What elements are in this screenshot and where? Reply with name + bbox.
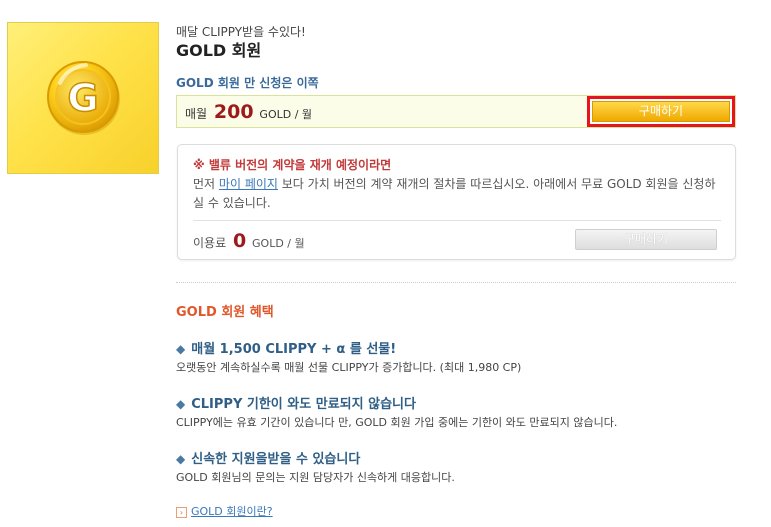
diamond-bullet-icon: ◆: [176, 452, 186, 466]
section-divider: [176, 282, 736, 283]
benefit-title-text: 매월 1,500 CLIPPY + α 를 선물!: [191, 342, 397, 357]
benefit-desc: 오랫동안 계속하실수록 매월 선물 CLIPPY가 증가합니다. (최대 1,9…: [176, 361, 522, 374]
benefit-title-text: 신속한 지원을받을 수 있습니다: [191, 452, 361, 467]
monthly-price: 매월 200 GOLD / 월: [185, 101, 312, 123]
value-version-notice: ※ 밸류 버전의 계약을 재개 예정이라면 먼저 마이 페이지 보다 가치 버전…: [177, 144, 736, 260]
buy-button-highlight: 구매하기: [587, 96, 735, 127]
notice-body-before: 먼저: [193, 177, 216, 191]
coin-letter: G: [67, 76, 98, 120]
benefit-title: ◆ CLIPPY 기한이 와도 만료되지 않습니다: [176, 393, 416, 412]
notice-divider: [193, 220, 721, 221]
benefits-heading: GOLD 회원 혜택: [176, 305, 274, 320]
gold-member-info-label[interactable]: GOLD 회원이란?: [191, 505, 273, 518]
free-price-value: 0: [232, 230, 247, 252]
free-price-unit: GOLD / 월: [252, 237, 305, 250]
my-page-link[interactable]: 마이 페이지: [219, 177, 278, 191]
price-unit: GOLD / 월: [259, 108, 313, 121]
apply-note: GOLD 회원 만 신청은 이쪽: [176, 76, 319, 90]
benefit-desc: CLIPPY에는 유효 기간이 있습니다 만, GOLD 회원 가입 중에는 기…: [176, 416, 618, 429]
gold-coin-icon: G: [47, 61, 120, 135]
diamond-bullet-icon: ◆: [176, 397, 186, 411]
free-buy-button-disabled: 구매하기: [575, 229, 717, 250]
benefit-title: ◆ 매월 1,500 CLIPPY + α 를 선물!: [176, 338, 396, 357]
price-value: 200: [213, 101, 254, 123]
free-price-prefix: 이용료: [193, 236, 227, 250]
buy-button[interactable]: 구매하기: [592, 101, 730, 122]
gold-coin-image: G: [7, 22, 159, 174]
notice-body: 먼저 마이 페이지 보다 가치 버전의 계약 재개의 절차를 따르십시오. 아래…: [193, 175, 723, 213]
free-price: 이용료 0 GOLD / 월: [193, 230, 305, 252]
price-prefix: 매월: [185, 107, 208, 121]
benefit-title: ◆ 신속한 지원을받을 수 있습니다: [176, 448, 360, 467]
page-title: GOLD 회원: [176, 41, 262, 60]
benefit-title-text: CLIPPY 기한이 와도 만료되지 않습니다: [191, 397, 416, 412]
gold-member-info-link[interactable]: › GOLD 회원이란?: [176, 503, 273, 519]
benefit-desc: GOLD 회원님의 문의는 지원 담당자가 신속하게 대응합니다.: [176, 471, 455, 484]
chevron-right-icon: ›: [176, 506, 187, 518]
diamond-bullet-icon: ◆: [176, 342, 186, 356]
notice-title: ※ 밸류 버전의 계약을 재개 예정이라면: [193, 158, 392, 172]
